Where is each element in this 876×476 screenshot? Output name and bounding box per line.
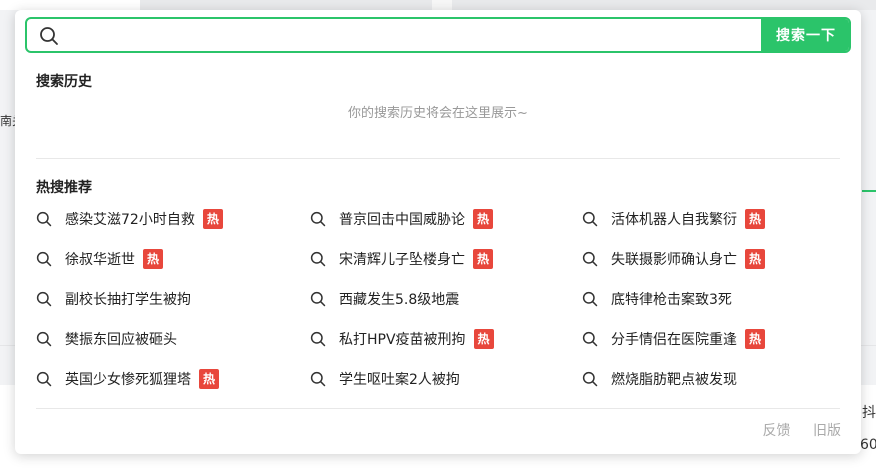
hot-search-item[interactable]: 底特律枪击案致3死: [582, 287, 732, 311]
search-icon: [36, 291, 52, 307]
hot-search-text: 宋清辉儿子坠楼身亡: [339, 252, 465, 268]
search-history-empty-hint: 你的搜索历史将会在这里展示~: [348, 106, 528, 121]
hot-search-item[interactable]: 学生呕吐案2人被拘: [310, 367, 460, 391]
hot-search-text: 失联摄影师确认身亡: [611, 252, 737, 268]
hot-search-text: 樊振东回应被砸头: [65, 332, 177, 348]
footer-divider: [36, 408, 840, 409]
search-icon: [310, 291, 326, 307]
hot-search-item[interactable]: 分手情侣在医院重逢热: [582, 327, 765, 351]
search-icon: [36, 331, 52, 347]
hot-search-text: 普京回击中国威胁论: [339, 212, 465, 228]
background-tab: [0, 0, 140, 10]
search-icon: [36, 371, 52, 387]
search-history-title: 搜索历史: [36, 74, 92, 90]
hot-search-text: 西藏发生5.8级地震: [339, 292, 460, 308]
search-icon: [582, 291, 598, 307]
background-right-text: 60: [860, 437, 876, 453]
search-input[interactable]: [69, 19, 763, 51]
background-accent-line: [862, 190, 876, 192]
hot-search-item[interactable]: 普京回击中国威胁论热: [310, 207, 493, 231]
search-icon: [310, 251, 326, 267]
hot-search-item[interactable]: 燃烧脂肪靶点被发现: [582, 367, 737, 391]
search-icon: [36, 251, 52, 267]
search-dropdown-panel: 搜索一下 搜索历史 你的搜索历史将会在这里展示~ 热搜推荐 感染艾滋72小时自救…: [15, 10, 861, 454]
section-divider: [36, 158, 840, 159]
hot-search-item[interactable]: 徐叔华逝世热: [36, 247, 163, 271]
hot-badge: 热: [745, 249, 765, 269]
background-right-text: 抖: [862, 405, 876, 421]
search-icon: [310, 371, 326, 387]
hot-search-text: 私打HPV疫苗被刑拘: [339, 332, 466, 348]
hot-search-item[interactable]: 私打HPV疫苗被刑拘热: [310, 327, 494, 351]
hot-search-item[interactable]: 西藏发生5.8级地震: [310, 287, 459, 311]
search-icon: [582, 251, 598, 267]
hot-search-text: 底特律枪击案致3死: [611, 292, 732, 308]
hot-badge: 热: [143, 249, 163, 269]
background-tab-bar: [0, 0, 876, 10]
feedback-link[interactable]: 反馈: [763, 423, 791, 439]
hot-badge: 热: [745, 209, 765, 229]
search-button[interactable]: 搜索一下: [761, 19, 849, 51]
hot-search-text: 分手情侣在医院重逢: [611, 332, 737, 348]
search-icon: [582, 211, 598, 227]
old-version-link[interactable]: 旧版: [813, 423, 841, 439]
hot-search-item[interactable]: 副校长抽打学生被拘: [36, 287, 191, 311]
search-icon: [582, 331, 598, 347]
hot-badge: 热: [473, 249, 493, 269]
hot-search-text: 活体机器人自我繁衍: [611, 212, 737, 228]
hot-search-text: 燃烧脂肪靶点被发现: [611, 372, 737, 388]
hot-search-item[interactable]: 英国少女惨死狐狸塔热: [36, 367, 219, 391]
hot-search-item[interactable]: 宋清辉儿子坠楼身亡热: [310, 247, 493, 271]
hot-search-item[interactable]: 感染艾滋72小时自救热: [36, 207, 223, 231]
search-box: 搜索一下: [25, 17, 851, 53]
hot-search-text: 学生呕吐案2人被拘: [339, 372, 460, 388]
hot-search-item[interactable]: 失联摄影师确认身亡热: [582, 247, 765, 271]
search-icon: [310, 331, 326, 347]
hot-search-item[interactable]: 樊振东回应被砸头: [36, 327, 177, 351]
hot-search-text: 副校长抽打学生被拘: [65, 292, 191, 308]
hot-search-title: 热搜推荐: [36, 180, 92, 196]
hot-search-text: 感染艾滋72小时自救: [65, 212, 195, 228]
hot-badge: 热: [745, 329, 765, 349]
search-icon: [310, 211, 326, 227]
hot-search-text: 英国少女惨死狐狸塔: [65, 372, 191, 388]
search-icon: [582, 371, 598, 387]
hot-search-text: 徐叔华逝世: [65, 252, 135, 268]
hot-search-item[interactable]: 活体机器人自我繁衍热: [582, 207, 765, 231]
hot-badge: 热: [199, 369, 219, 389]
hot-badge: 热: [473, 329, 494, 349]
hot-badge: 热: [202, 209, 223, 229]
search-icon: [40, 27, 58, 45]
search-icon: [36, 211, 52, 227]
footer-links: 反馈 旧版: [745, 420, 841, 440]
hot-badge: 热: [473, 209, 493, 229]
background-tab: [432, 0, 452, 10]
